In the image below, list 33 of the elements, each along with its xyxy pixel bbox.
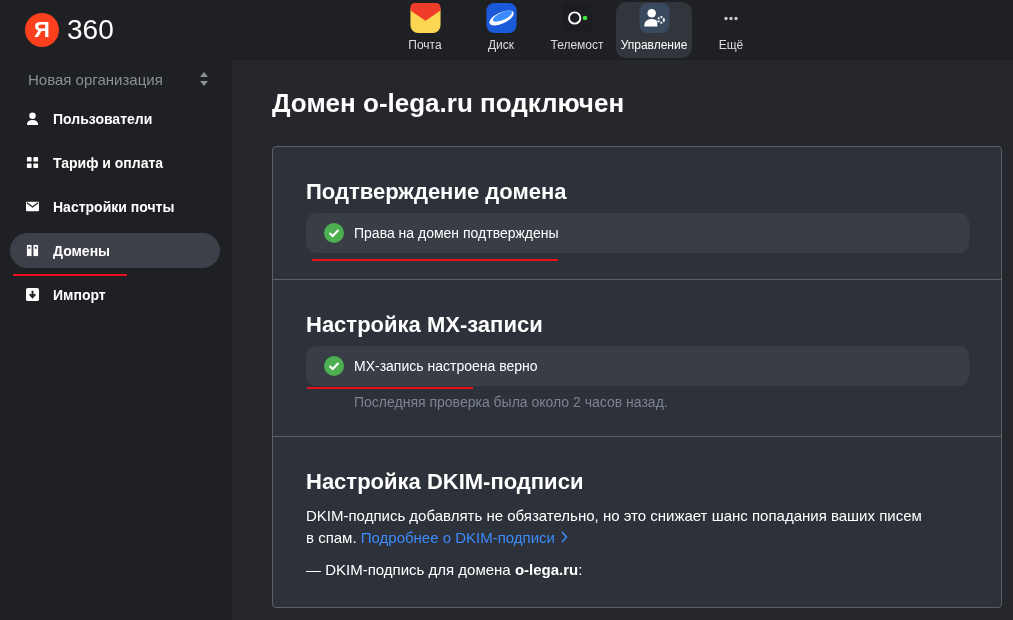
sidebar-item[interactable]: Настройки почты <box>10 189 220 224</box>
logo-letter: Я <box>25 13 59 47</box>
sidebar-item[interactable]: Пользователи <box>10 101 220 136</box>
section-title: Настройка DKIM-подписи <box>306 469 585 495</box>
app-tab[interactable]: Диск <box>464 2 538 58</box>
columns-icon <box>26 244 39 257</box>
app-tab[interactable]: Ещё <box>694 2 768 58</box>
app-tab[interactable]: Почта <box>388 2 462 58</box>
logo-number: 360 <box>67 14 114 46</box>
app-tab[interactable]: Телемост <box>540 2 614 58</box>
organization-name: Новая организация <box>28 70 163 88</box>
app-tab[interactable]: Управление <box>616 2 692 58</box>
description-text: DKIM-подпись добавлять не обязательно, но это снижает шанс попадания ваших писем в спам. Подробнее о DKIM-подписи <box>306 506 923 548</box>
sort-arrows-icon[interactable] <box>200 72 208 86</box>
dkim-label: — DKIM-подпись для домена o-lega.ru: <box>306 560 584 580</box>
check-note: Последняя проверка была около 2 часов назад. <box>354 394 668 410</box>
sidebar-item[interactable]: Тариф и оплата <box>10 145 220 180</box>
section-title: Настройка MX-записи <box>306 312 544 338</box>
sidebar-item[interactable]: Домены <box>10 233 220 268</box>
status-text: Права на домен подтверждены <box>354 225 559 241</box>
chevron-right-icon <box>560 531 568 543</box>
download-icon <box>26 288 39 301</box>
status-text: MX-запись настроена верно <box>354 358 538 374</box>
user-gear-icon <box>637 2 671 34</box>
user-icon <box>26 112 39 125</box>
grid-icon <box>26 156 39 169</box>
page-title: Домен o-lega.ru подключен <box>272 88 626 119</box>
section-title: Подтверждение домена <box>306 179 568 205</box>
envelope-icon <box>26 200 39 213</box>
envelope-icon <box>408 2 442 34</box>
more-icon <box>722 16 740 21</box>
more-link[interactable]: Подробнее о DKIM-подписи <box>360 529 568 546</box>
sidebar-item[interactable]: Импорт <box>10 277 220 312</box>
